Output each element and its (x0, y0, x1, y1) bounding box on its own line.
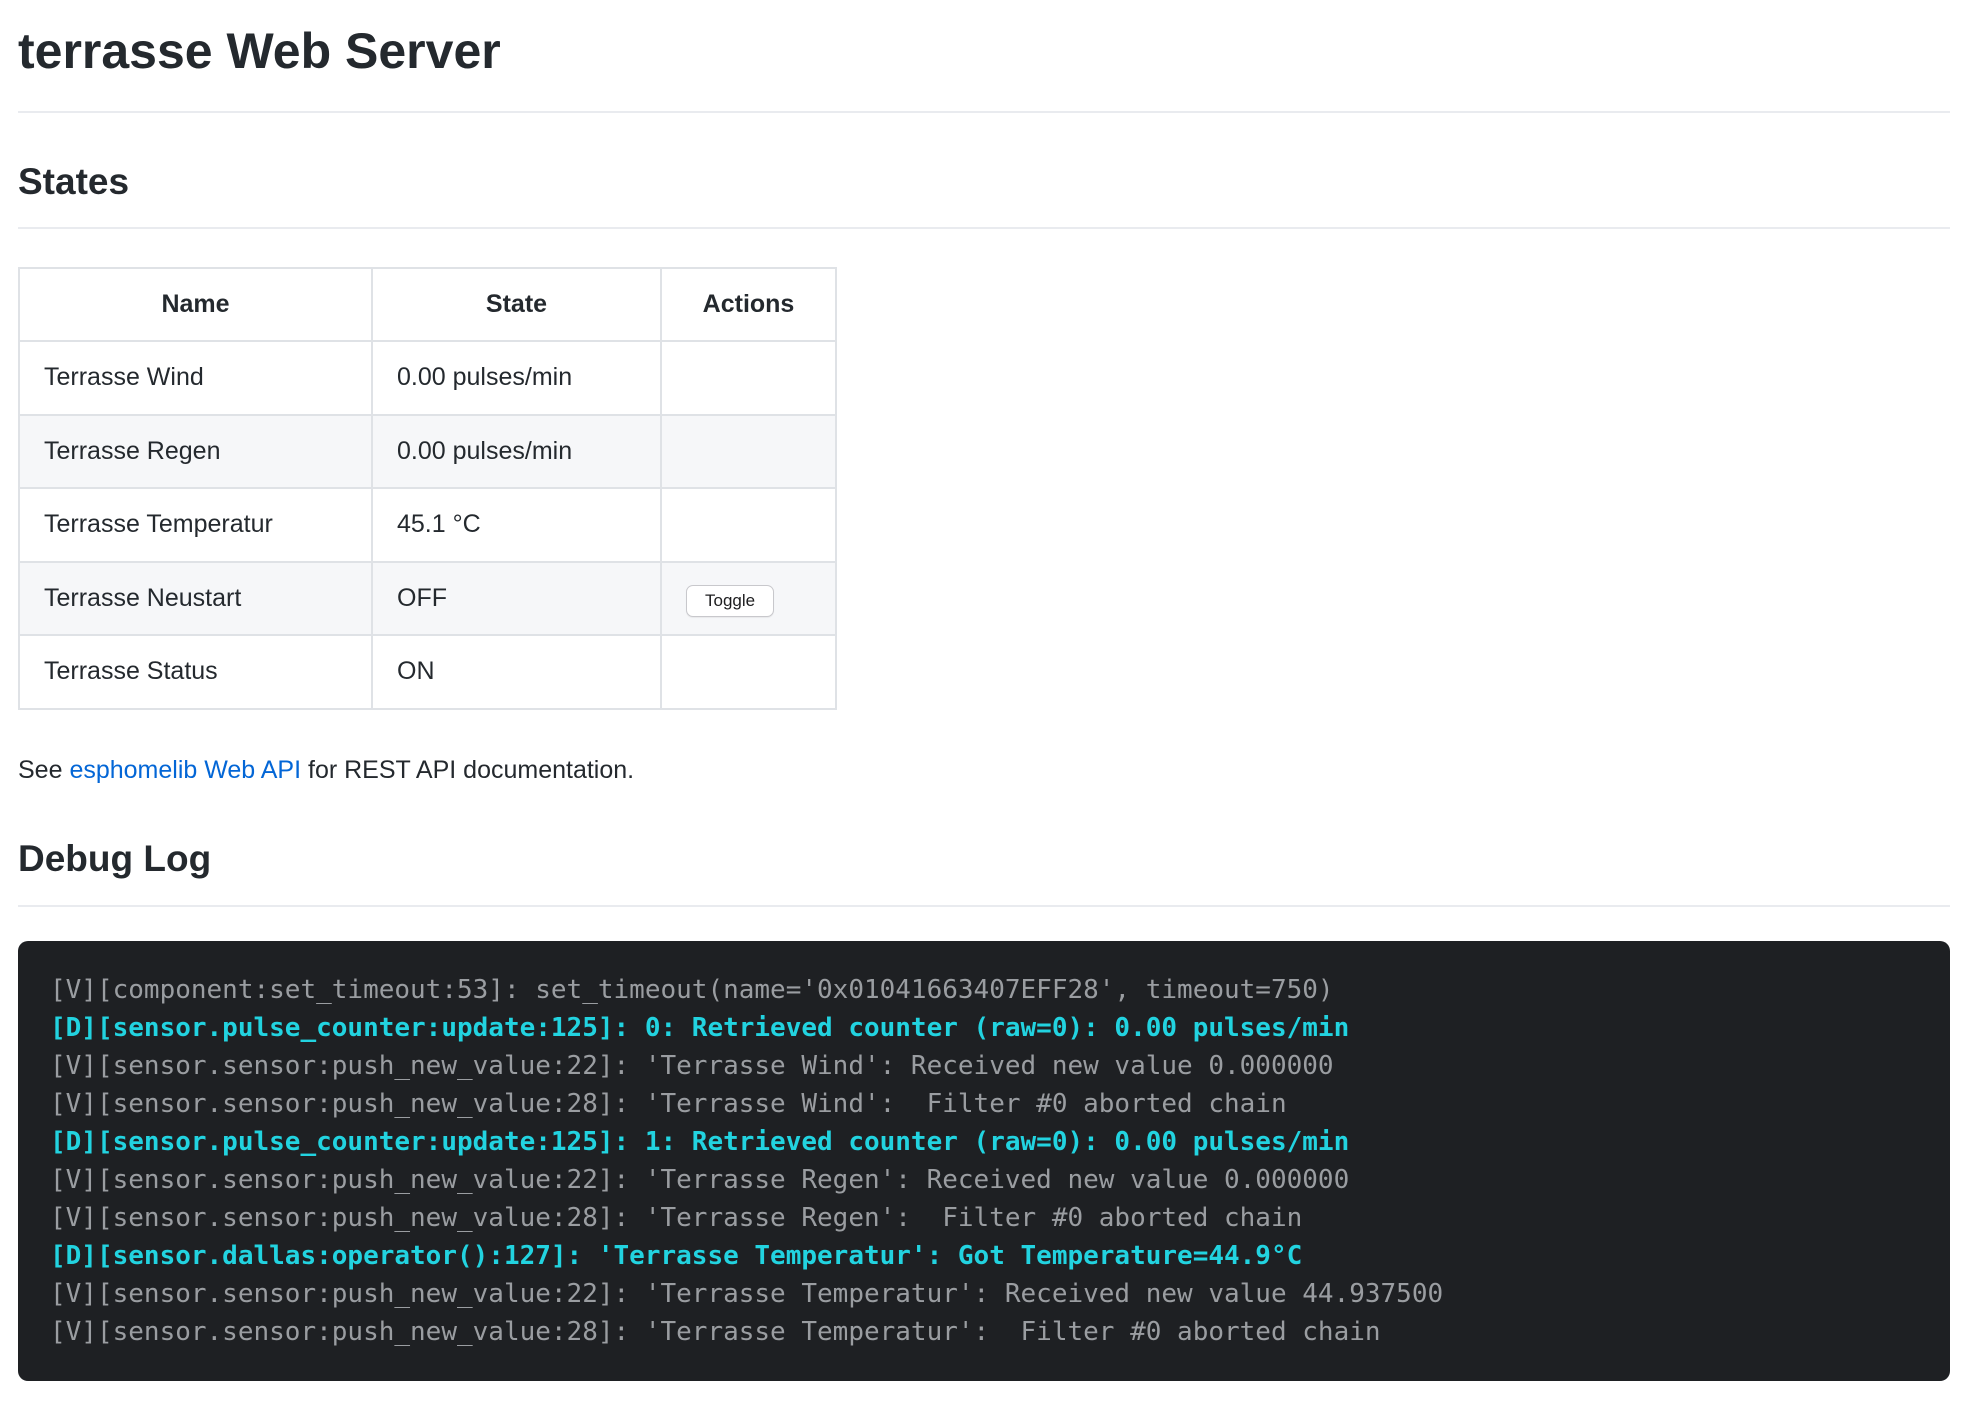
table-row: Terrasse Wind0.00 pulses/min (19, 341, 836, 415)
table-row: Terrasse StatusON (19, 635, 836, 709)
log-line: [V][sensor.sensor:push_new_value:28]: 'T… (50, 1085, 1918, 1123)
table-row: Terrasse Regen0.00 pulses/min (19, 415, 836, 489)
states-table-header-row: Name State Actions (19, 268, 836, 342)
api-note-prefix: See (18, 756, 69, 784)
log-line: [D][sensor.pulse_counter:update:125]: 1:… (50, 1123, 1918, 1161)
state-name-cell: Terrasse Temperatur (19, 488, 372, 562)
state-name-cell: Terrasse Status (19, 635, 372, 709)
state-name-cell: Terrasse Wind (19, 341, 372, 415)
log-line: [D][sensor.dallas:operator():127]: 'Terr… (50, 1237, 1918, 1275)
page-title: terrasse Web Server (18, 20, 1950, 113)
log-line: [V][sensor.sensor:push_new_value:28]: 'T… (50, 1199, 1918, 1237)
state-value-cell: ON (372, 635, 661, 709)
log-line: [D][sensor.pulse_counter:update:125]: 0:… (50, 1009, 1918, 1047)
actions-cell (661, 488, 836, 562)
actions-cell (661, 635, 836, 709)
log-line: [V][sensor.sensor:push_new_value:22]: 'T… (50, 1275, 1918, 1313)
table-row: Terrasse Temperatur45.1 °C (19, 488, 836, 562)
api-note-suffix: for REST API documentation. (301, 756, 634, 784)
actions-cell: Toggle (661, 562, 836, 636)
debug-log-heading: Debug Log (18, 836, 1950, 906)
actions-cell (661, 341, 836, 415)
log-line: [V][sensor.sensor:push_new_value:28]: 'T… (50, 1313, 1918, 1351)
column-header-actions: Actions (661, 268, 836, 342)
actions-cell (661, 415, 836, 489)
state-value-cell: 45.1 °C (372, 488, 661, 562)
column-header-state: State (372, 268, 661, 342)
state-value-cell: OFF (372, 562, 661, 636)
state-value-cell: 0.00 pulses/min (372, 415, 661, 489)
states-table: Name State Actions Terrasse Wind0.00 pul… (18, 267, 837, 710)
log-line: [V][sensor.sensor:push_new_value:22]: 'T… (50, 1047, 1918, 1085)
table-row: Terrasse NeustartOFF Toggle (19, 562, 836, 636)
column-header-name: Name (19, 268, 372, 342)
states-heading: States (18, 159, 1950, 229)
toggle-button[interactable]: Toggle (686, 585, 774, 617)
state-name-cell: Terrasse Regen (19, 415, 372, 489)
debug-log-panel: [V][component:set_timeout:53]: set_timeo… (18, 941, 1950, 1381)
log-line: [V][component:set_timeout:53]: set_timeo… (50, 971, 1918, 1009)
state-value-cell: 0.00 pulses/min (372, 341, 661, 415)
log-line: [V][sensor.sensor:push_new_value:22]: 'T… (50, 1161, 1918, 1199)
state-name-cell: Terrasse Neustart (19, 562, 372, 636)
esphomelib-web-api-link[interactable]: esphomelib Web API (69, 756, 301, 784)
api-note: See esphomelib Web API for REST API docu… (18, 754, 1950, 787)
